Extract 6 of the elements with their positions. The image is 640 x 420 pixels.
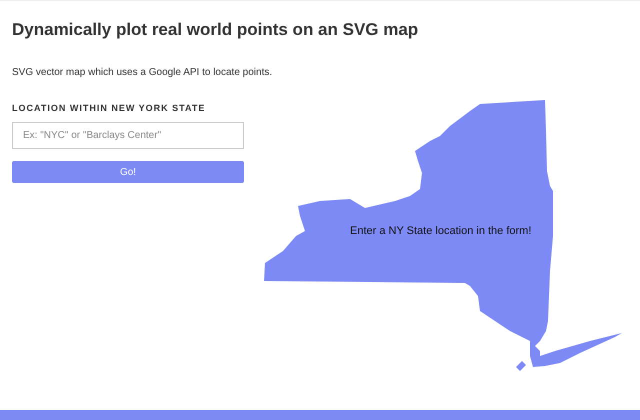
page-title: Dynamically plot real world points on an SVG map: [12, 20, 420, 40]
go-button[interactable]: Go!: [12, 161, 244, 183]
field-label: LOCATION WITHIN NEW YORK STATE: [12, 103, 206, 113]
location-input[interactable]: Ex: "NYC" or "Barclays Center": [12, 122, 244, 149]
description-text: SVG vector map which uses a Google API to locate points.: [12, 67, 274, 78]
map-message: Enter a NY State location in the form!: [350, 225, 532, 237]
